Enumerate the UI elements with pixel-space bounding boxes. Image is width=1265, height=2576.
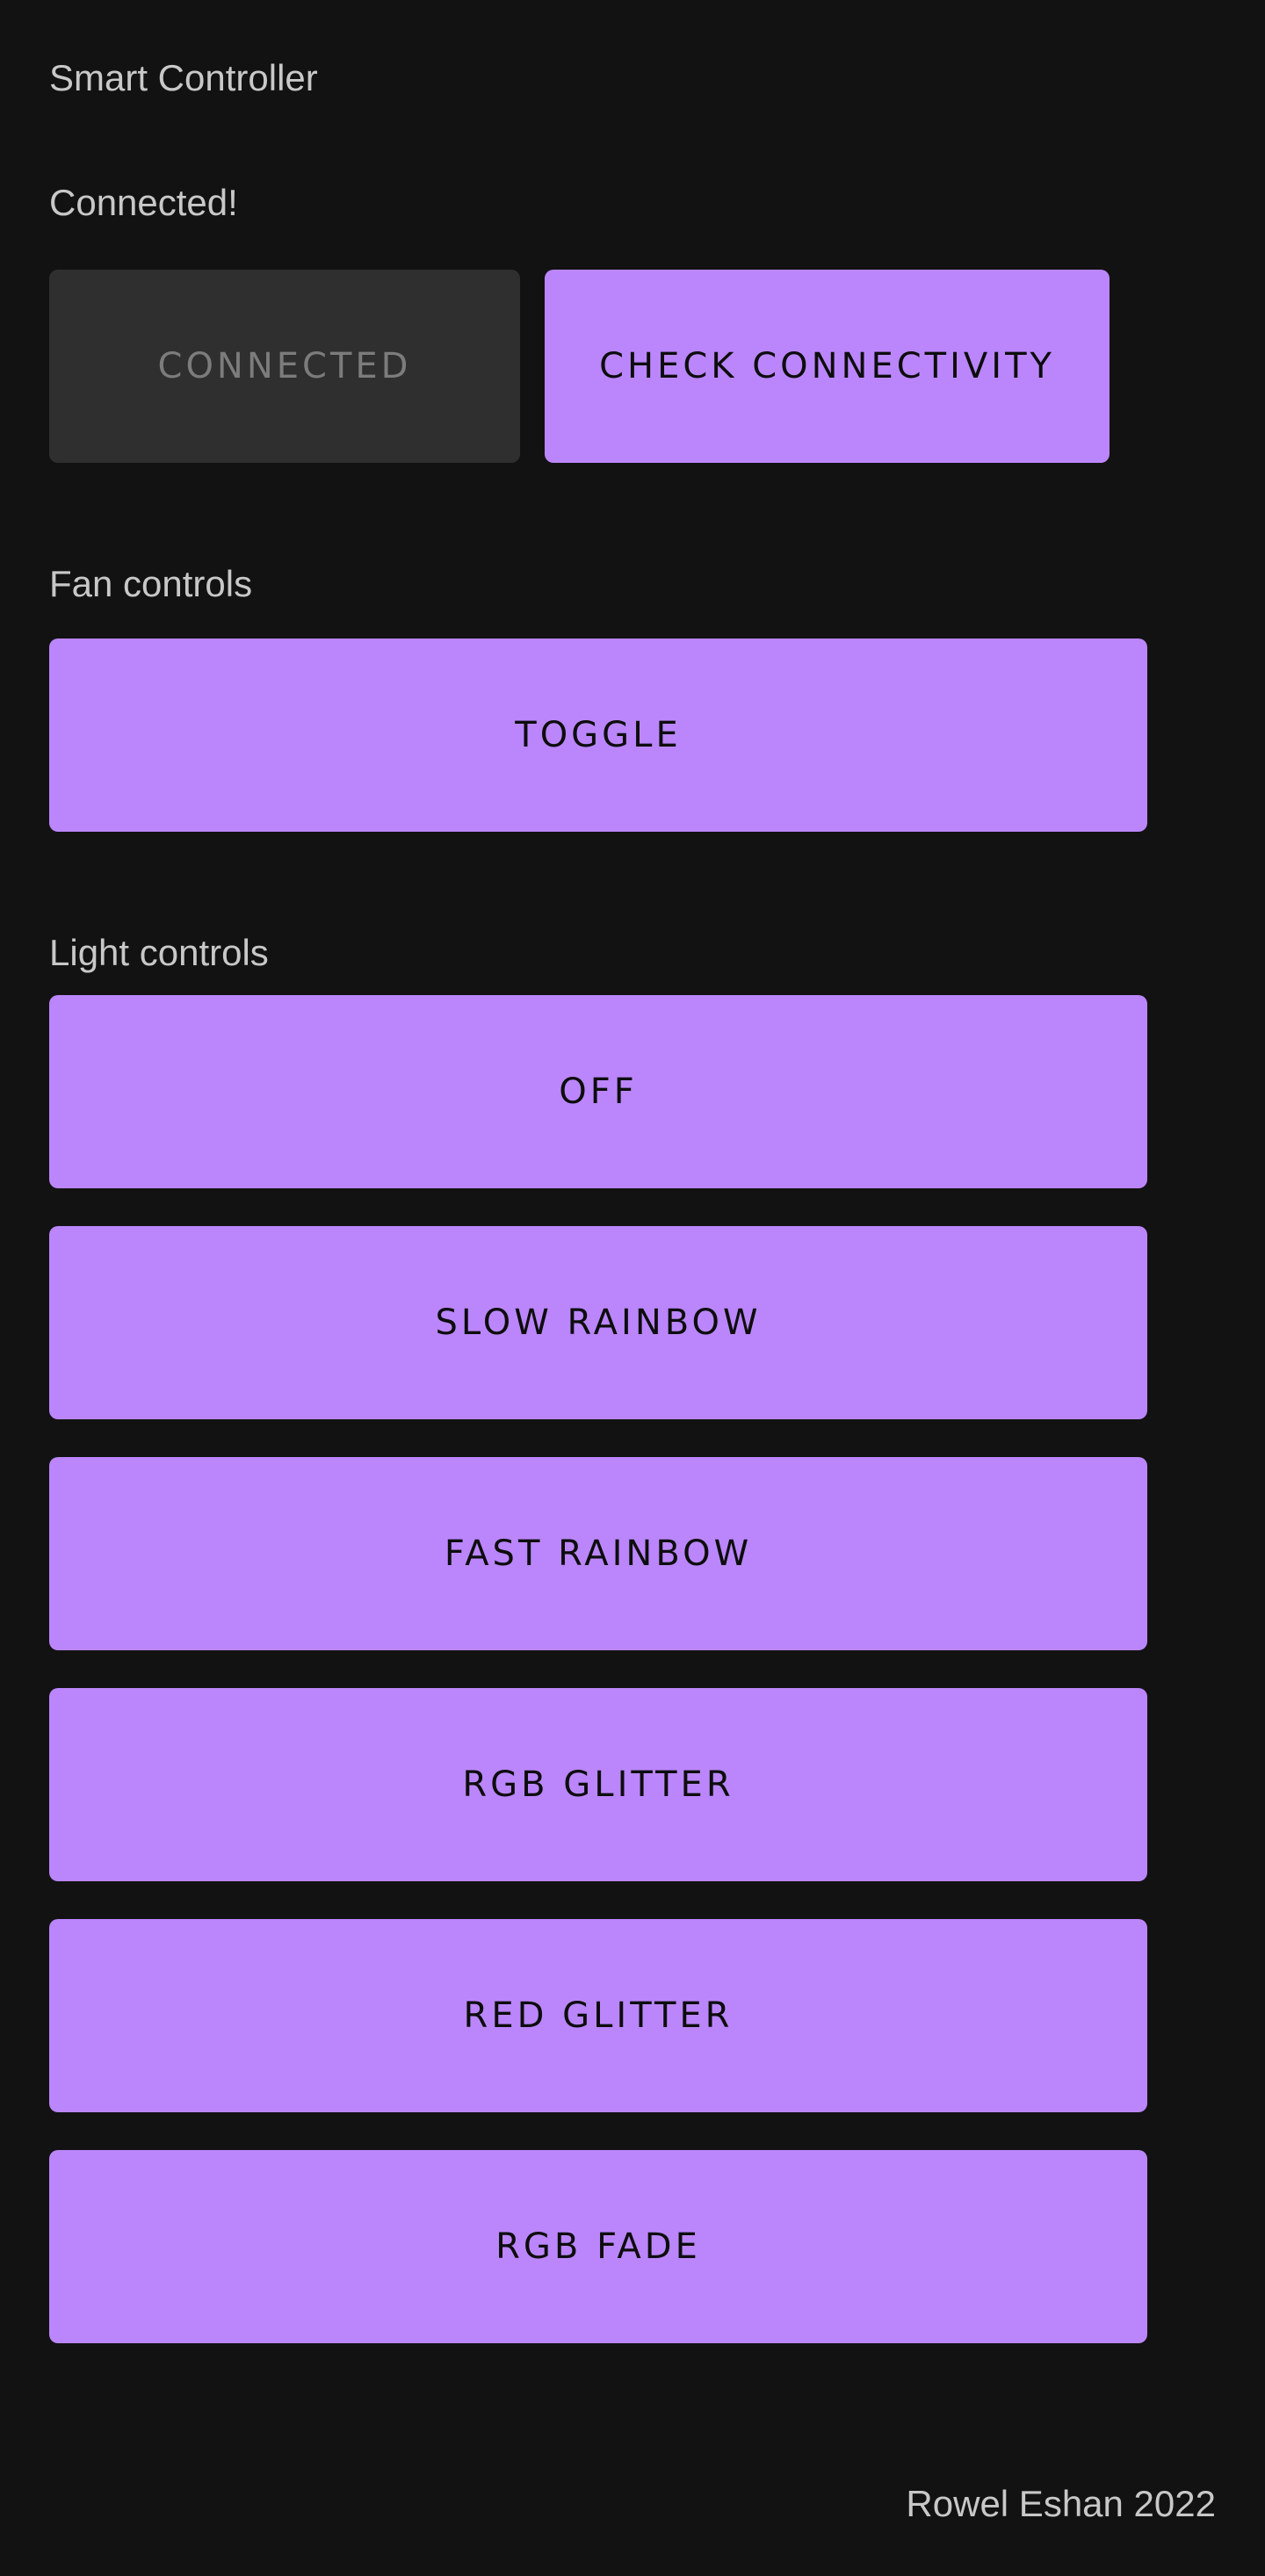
connected-button[interactable]: CONNECTED — [49, 270, 520, 463]
footer-credit: Rowel Eshan 2022 — [906, 2483, 1216, 2524]
fan-toggle-button[interactable]: TOGGLE — [49, 639, 1147, 832]
light-rgb-glitter-button[interactable]: RGB GLITTER — [49, 1688, 1147, 1881]
connection-status: Connected! — [49, 182, 238, 223]
app-title: Smart Controller — [49, 57, 318, 98]
fan-controls-heading: Fan controls — [49, 563, 253, 604]
light-slow-rainbow-button[interactable]: SLOW RAINBOW — [49, 1226, 1147, 1419]
light-off-button[interactable]: OFF — [49, 995, 1147, 1188]
light-fast-rainbow-button[interactable]: FAST RAINBOW — [49, 1457, 1147, 1650]
light-red-glitter-button[interactable]: RED GLITTER — [49, 1919, 1147, 2112]
light-controls-heading: Light controls — [49, 932, 269, 973]
light-rgb-fade-button[interactable]: RGB FADE — [49, 2150, 1147, 2343]
check-connectivity-button[interactable]: CHECK CONNECTIVITY — [545, 270, 1110, 463]
